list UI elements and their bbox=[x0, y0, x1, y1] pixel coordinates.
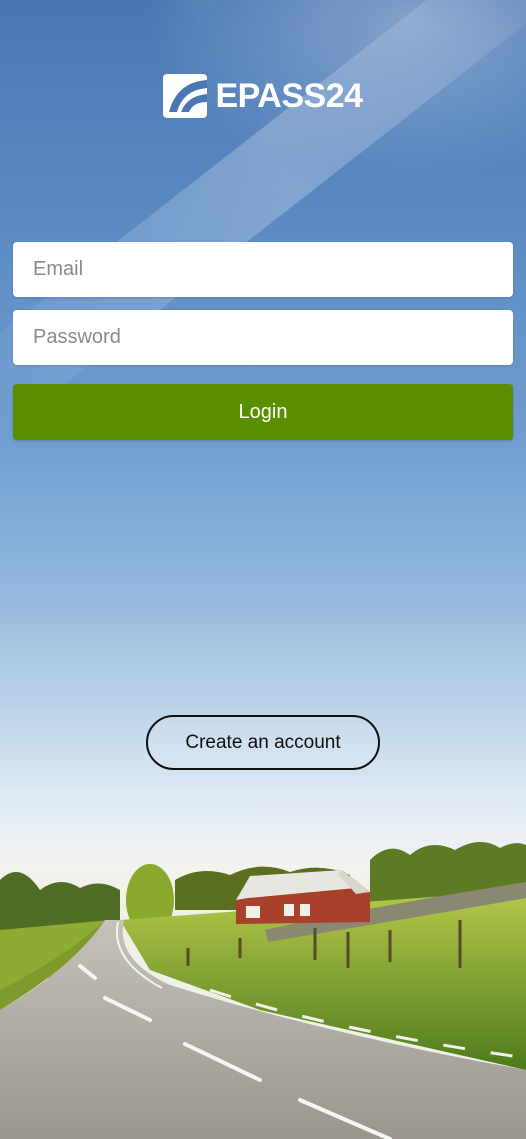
email-field[interactable] bbox=[13, 242, 513, 297]
epass-logo-icon bbox=[163, 74, 208, 118]
landscape-image bbox=[0, 841, 526, 1139]
login-button[interactable]: Login bbox=[13, 384, 513, 440]
create-account-button[interactable]: Create an account bbox=[146, 715, 380, 770]
app-name: EPASS24 bbox=[215, 76, 363, 115]
password-field[interactable] bbox=[13, 310, 513, 365]
app-logo: EPASS24 bbox=[0, 74, 526, 118]
